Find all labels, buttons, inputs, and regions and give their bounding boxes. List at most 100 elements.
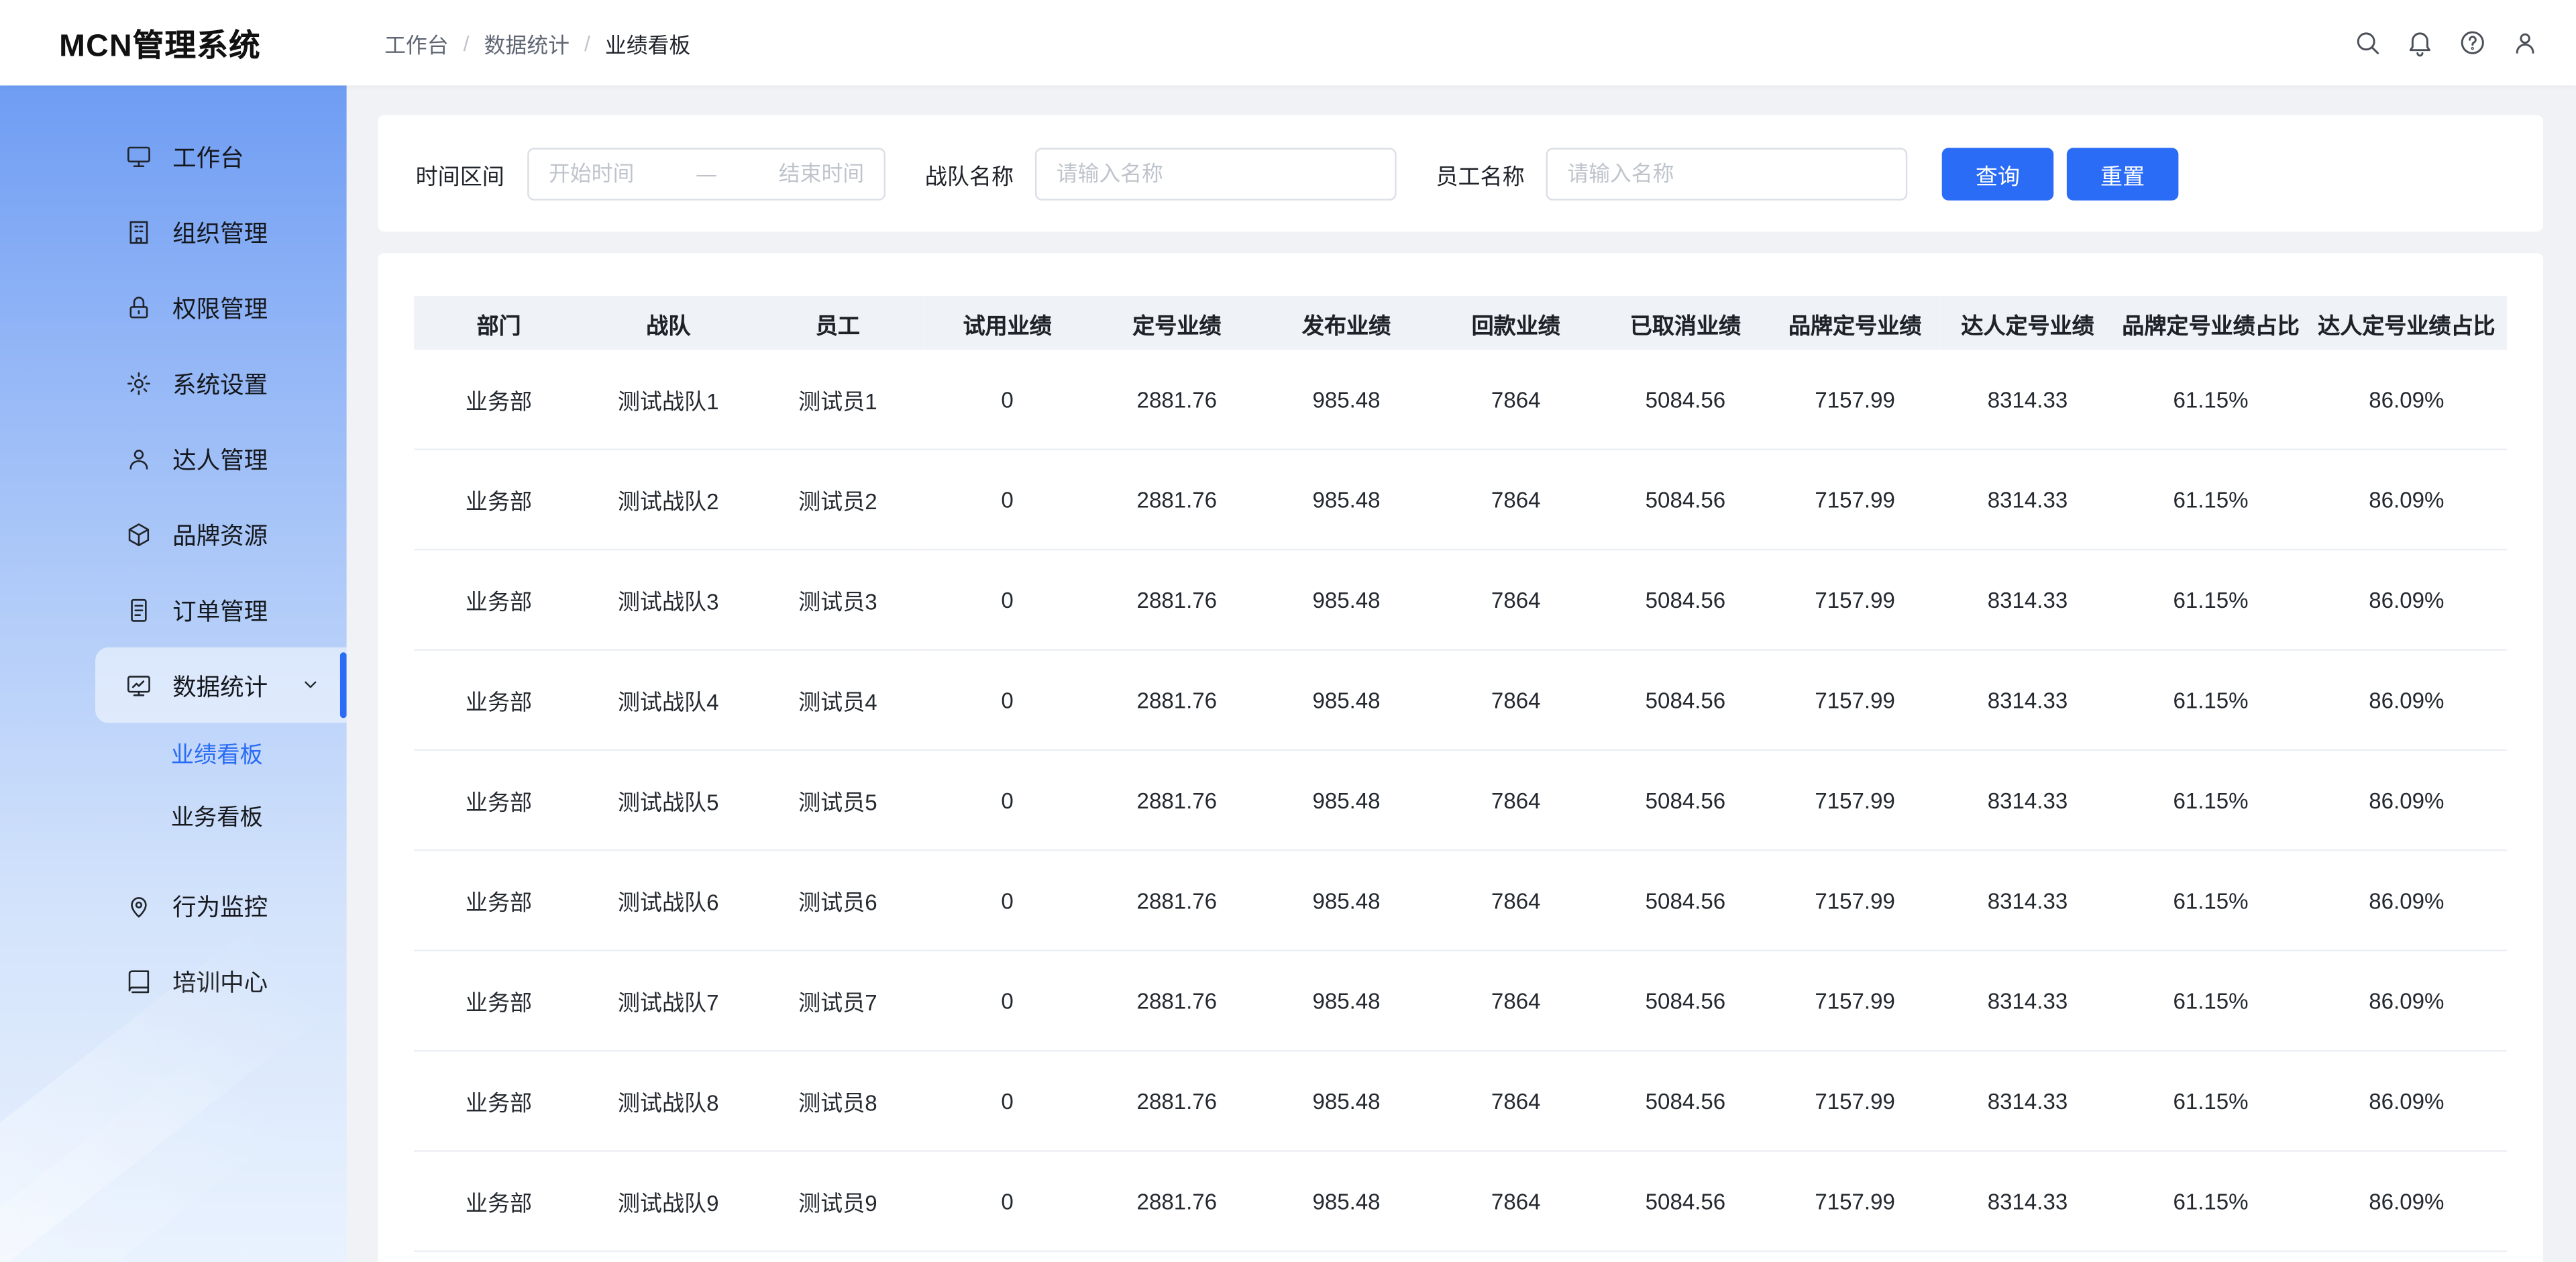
table-cell: 86.09% xyxy=(2306,350,2507,450)
table-cell: 8314.33 xyxy=(1940,750,2116,850)
sidebar-item-training[interactable]: 培训中心 xyxy=(95,943,347,1019)
table-cell: 业务部 xyxy=(414,650,584,750)
table-cell: 985.48 xyxy=(1262,350,1432,450)
sidebar-menu: 工作台 组织管理 权限管理 系统设置 xyxy=(0,85,347,1018)
table-cell: 985.48 xyxy=(1262,951,1432,1051)
table-cell: 7864 xyxy=(1431,1051,1601,1151)
table-cell: 7157.99 xyxy=(1770,1051,1940,1151)
table-cell: 7157.99 xyxy=(1770,549,1940,649)
bell-icon[interactable] xyxy=(2405,28,2434,58)
table-cell: 985.48 xyxy=(1262,1251,1432,1262)
table-cell: 0 xyxy=(922,750,1092,850)
date-range-picker[interactable]: — xyxy=(527,147,885,199)
sidebar-subitem-business-board[interactable]: 业务看板 xyxy=(0,786,347,848)
table-cell: 61.15% xyxy=(2116,850,2306,950)
table-cell: 0 xyxy=(922,650,1092,750)
sidebar-item-label: 培训中心 xyxy=(172,963,268,998)
table-cell: 7864 xyxy=(1431,549,1601,649)
table-cell: 8314.33 xyxy=(1940,450,2116,549)
table-cell: 5084.56 xyxy=(1601,450,1770,549)
table-column-header: 战队 xyxy=(584,296,753,350)
table-cell: 985.48 xyxy=(1262,850,1432,950)
table-cell: 7864 xyxy=(1431,350,1601,450)
sidebar-item-label: 组织管理 xyxy=(172,215,268,249)
table-cell: 测试员3 xyxy=(753,549,923,649)
reset-button[interactable]: 重置 xyxy=(2067,147,2179,199)
table-cell: 测试战队5 xyxy=(584,750,753,850)
sidebar-item-label: 数据统计 xyxy=(172,668,268,702)
sidebar-subitem-performance-board[interactable]: 业绩看板 xyxy=(0,723,347,786)
sidebar-item-label: 工作台 xyxy=(172,139,244,173)
performance-table: 部门战队员工试用业绩定号业绩发布业绩回款业绩已取消业绩品牌定号业绩达人定号业绩品… xyxy=(414,296,2507,1262)
table-cell: 0 xyxy=(922,1151,1092,1251)
table-column-header: 回款业绩 xyxy=(1431,296,1601,350)
sidebar-item-workbench[interactable]: 工作台 xyxy=(95,118,347,194)
sidebar-item-label: 行为监控 xyxy=(172,888,268,923)
sidebar-item-talent[interactable]: 达人管理 xyxy=(95,421,347,496)
table-cell: 86.09% xyxy=(2306,1051,2507,1151)
table-cell: 86.09% xyxy=(2306,650,2507,750)
main-content: 时间区间 — 战队名称 员工名称 查询 重置 xyxy=(347,85,2576,1261)
table-cell: 7157.99 xyxy=(1770,1151,1940,1251)
user-icon[interactable] xyxy=(2510,28,2540,58)
workbench-icon xyxy=(125,142,153,170)
search-button[interactable]: 查询 xyxy=(1942,147,2054,199)
table-cell: 7157.99 xyxy=(1770,350,1940,450)
sidebar-item-settings[interactable]: 系统设置 xyxy=(95,345,347,421)
table-cell: 86.09% xyxy=(2306,750,2507,850)
table-cell: 7157.99 xyxy=(1770,750,1940,850)
breadcrumb-current: 业绩看板 xyxy=(605,27,690,58)
table-cell: 5084.56 xyxy=(1601,650,1770,750)
table-row: 业务部测试战队6测试员602881.76985.4878645084.56715… xyxy=(414,850,2507,950)
table-cell: 0 xyxy=(922,1051,1092,1151)
table-cell: 测试战队8 xyxy=(584,1051,753,1151)
sidebar-item-permissions[interactable]: 权限管理 xyxy=(95,270,347,346)
order-icon xyxy=(125,596,153,624)
table-cell: 5084.56 xyxy=(1601,1151,1770,1251)
sidebar-item-statistics[interactable]: 数据统计 xyxy=(95,647,347,723)
table-cell: 985.48 xyxy=(1262,1051,1432,1151)
table-cell: 985.48 xyxy=(1262,650,1432,750)
table-cell: 2881.76 xyxy=(1092,750,1262,850)
sidebar-item-brand[interactable]: 品牌资源 xyxy=(95,496,347,572)
table-cell: 测试战队6 xyxy=(584,850,753,950)
table-column-header: 员工 xyxy=(753,296,923,350)
sidebar-item-organization[interactable]: 组织管理 xyxy=(95,194,347,270)
table-cell: 业务部 xyxy=(414,850,584,950)
table-cell: 业务部 xyxy=(414,951,584,1051)
table-cell: 7157.99 xyxy=(1770,850,1940,950)
table-cell: 2881.76 xyxy=(1092,350,1262,450)
date-range-separator: — xyxy=(687,162,727,185)
filter-bar: 时间区间 — 战队名称 员工名称 查询 重置 xyxy=(378,115,2543,231)
app-root: MCN管理系统 工作台 / 数据统计 / 业绩看板 xyxy=(0,0,2576,1262)
date-start-input[interactable] xyxy=(545,160,687,188)
employee-name-input[interactable] xyxy=(1546,147,1908,199)
sidebar-decoration xyxy=(0,1032,295,1262)
breadcrumb-item[interactable]: 数据统计 xyxy=(484,27,570,58)
sidebar-item-behavior[interactable]: 行为监控 xyxy=(95,867,347,943)
table-cell: 业务部 xyxy=(414,1251,584,1262)
breadcrumb-item[interactable]: 工作台 xyxy=(384,27,449,58)
table-cell: 测试战队9 xyxy=(584,1151,753,1251)
search-icon[interactable] xyxy=(2353,28,2382,58)
top-header: MCN管理系统 工作台 / 数据统计 / 业绩看板 xyxy=(0,0,2576,85)
table-cell: 业务部 xyxy=(414,350,584,450)
table-cell: 61.15% xyxy=(2116,951,2306,1051)
table-cell: 7864 xyxy=(1431,951,1601,1051)
table-column-header: 发布业绩 xyxy=(1262,296,1432,350)
table-column-header: 定号业绩 xyxy=(1092,296,1262,350)
table-cell: 2881.76 xyxy=(1092,1251,1262,1262)
date-end-input[interactable] xyxy=(726,160,867,188)
table-cell: 8314.33 xyxy=(1940,549,2116,649)
table-cell: 61.15% xyxy=(2116,549,2306,649)
sidebar-item-orders[interactable]: 订单管理 xyxy=(95,572,347,647)
table-row: 业务部测试战队10测试员1002881.76985.4878645084.567… xyxy=(414,1251,2507,1262)
table-column-header: 已取消业绩 xyxy=(1601,296,1770,350)
team-name-input[interactable] xyxy=(1035,147,1397,199)
sidebar-item-label: 权限管理 xyxy=(172,290,268,324)
table-cell: 5084.56 xyxy=(1601,350,1770,450)
table-cell: 8314.33 xyxy=(1940,1051,2116,1151)
help-icon[interactable] xyxy=(2458,28,2487,58)
table-cell: 61.15% xyxy=(2116,1151,2306,1251)
table-cell: 测试员6 xyxy=(753,850,923,950)
